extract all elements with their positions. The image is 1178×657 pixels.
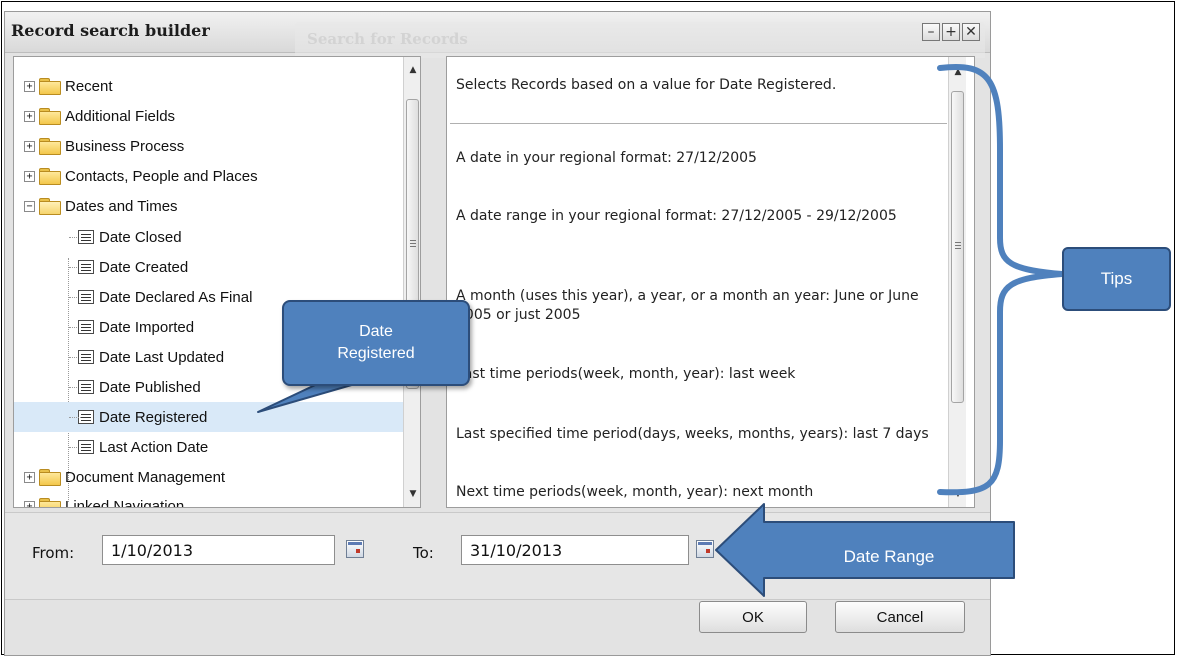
date-registered-callout: Date Registered — [282, 300, 470, 386]
date-registered-callout-text: Date Registered — [337, 323, 415, 362]
date-range-callout-text: Date Range — [843, 547, 935, 566]
tips-callout: Tips — [1062, 247, 1171, 311]
tips-bracket — [937, 64, 1063, 496]
